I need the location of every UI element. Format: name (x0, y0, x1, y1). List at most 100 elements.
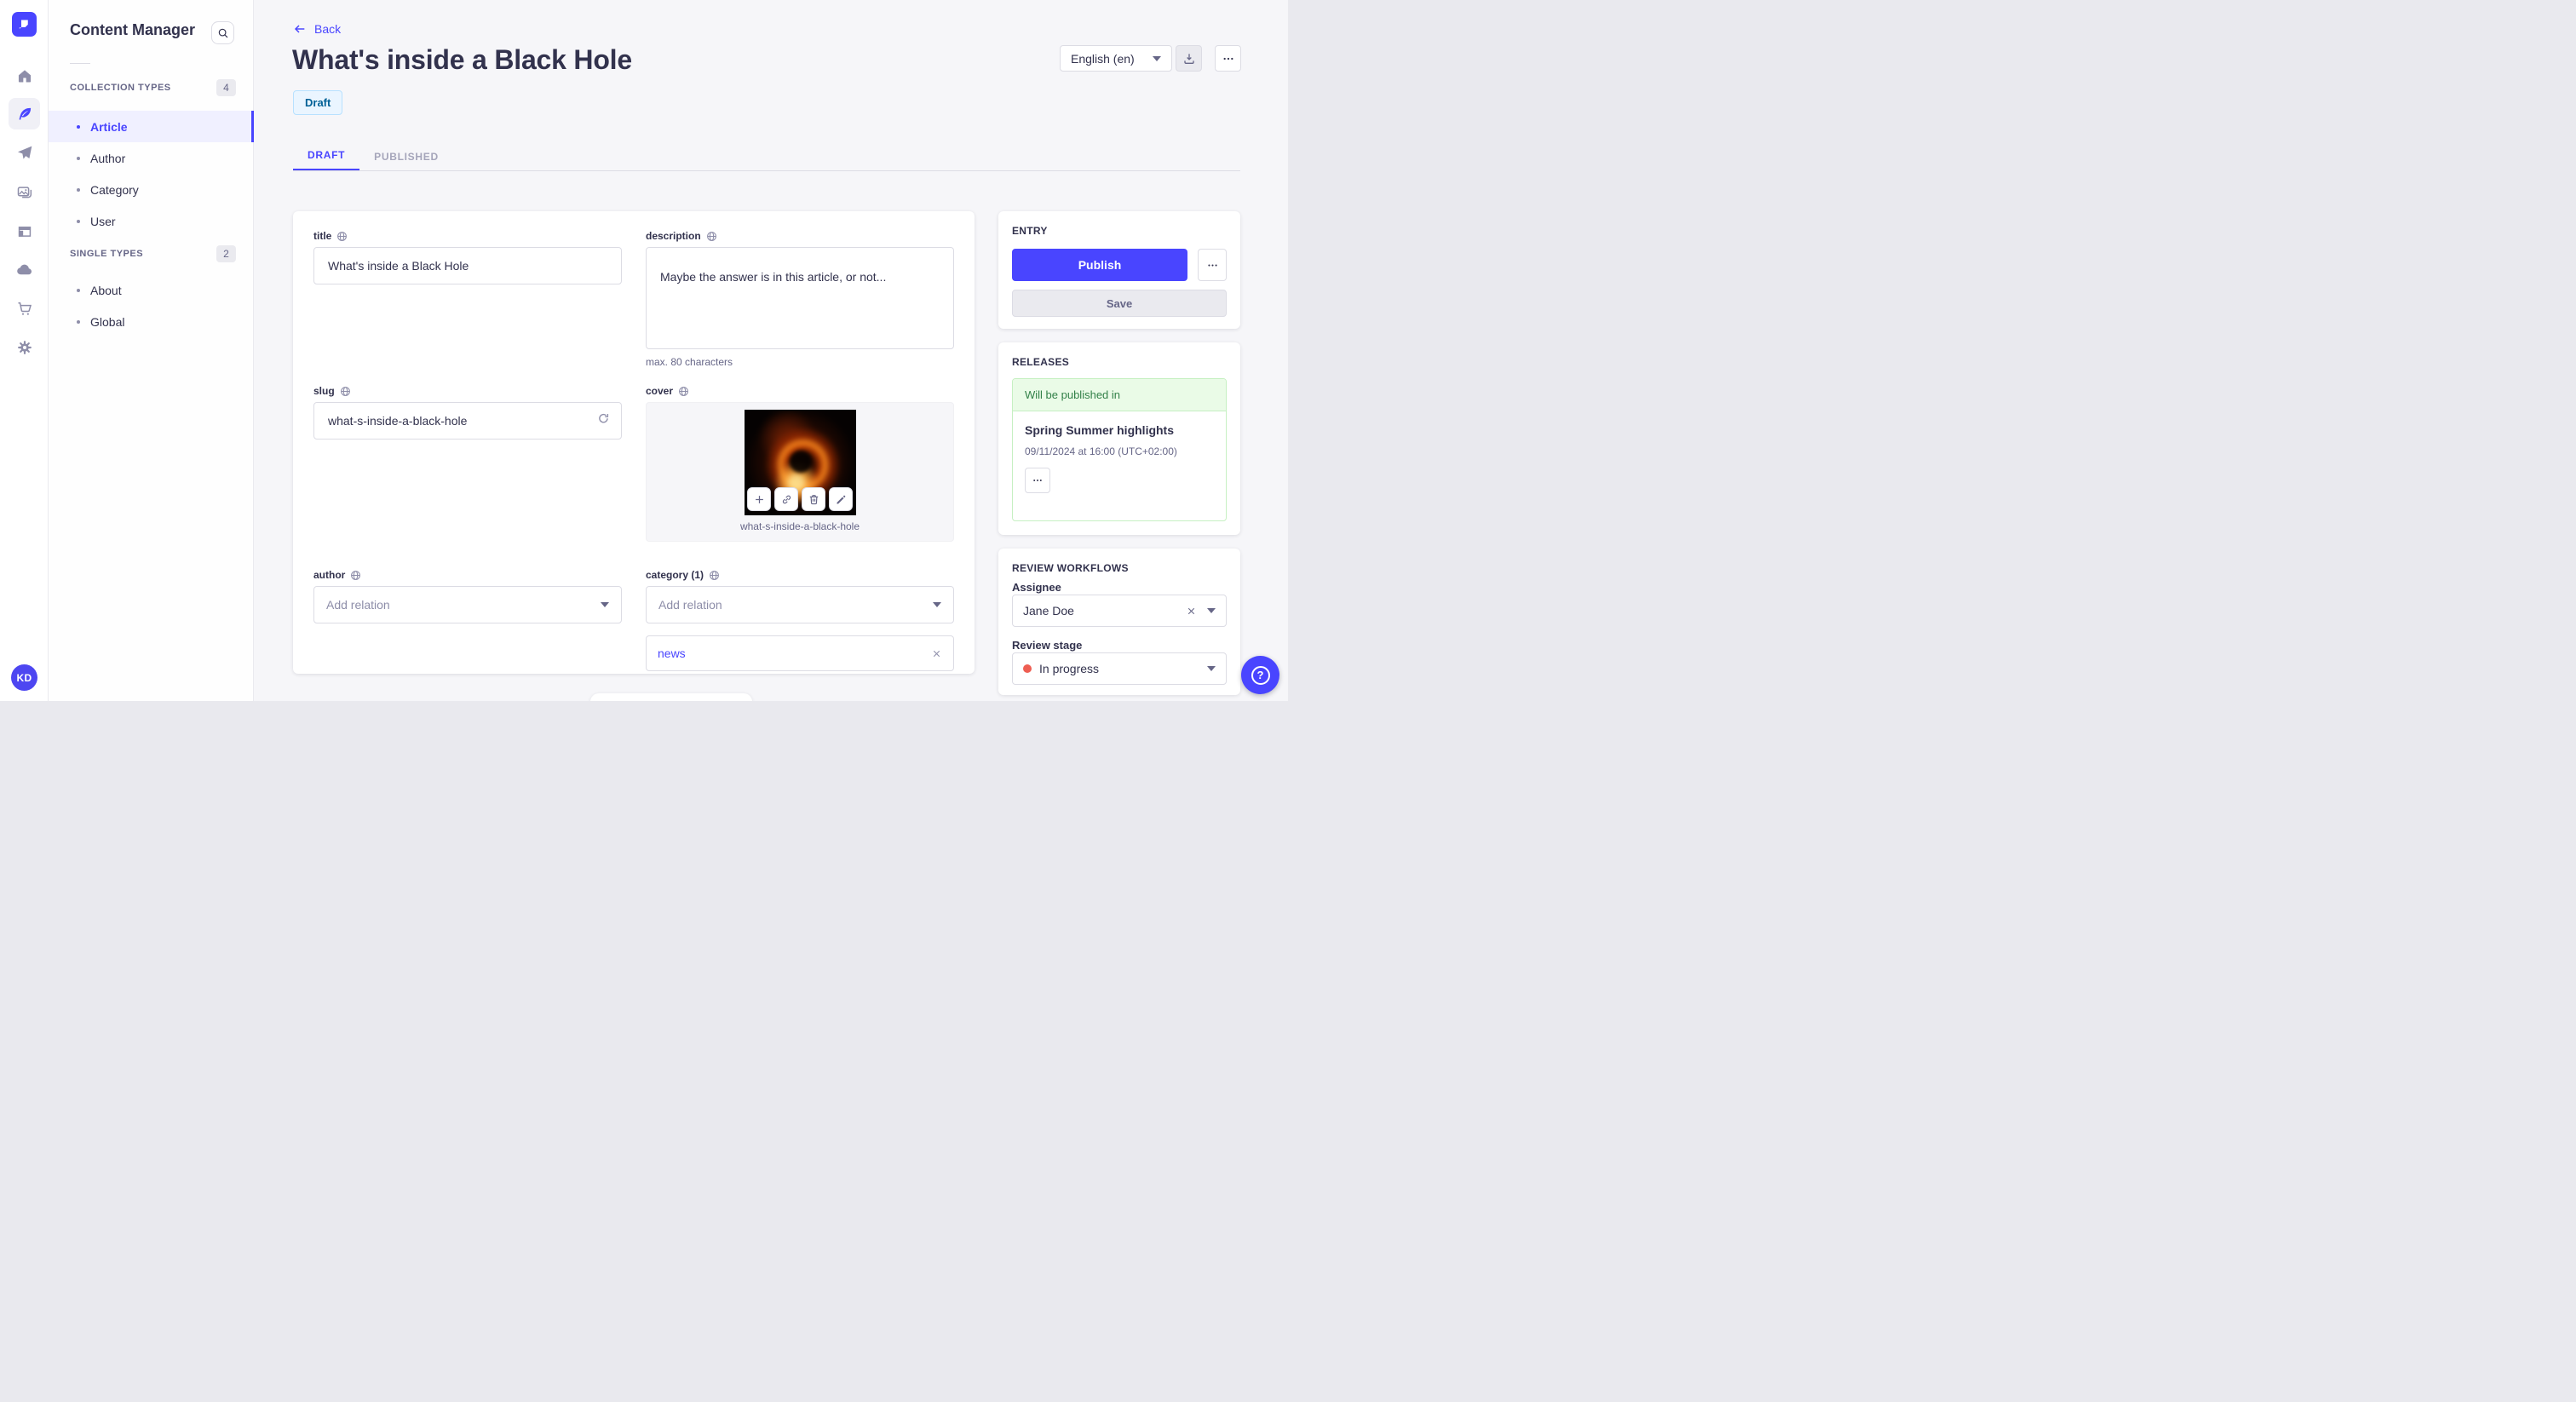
title-field-label: title (313, 230, 622, 242)
release-status-text: Will be published in (1025, 388, 1121, 401)
status-badge: Draft (293, 90, 343, 115)
add-icon (755, 495, 763, 503)
link-icon (782, 495, 791, 503)
publish-button[interactable]: Publish (1012, 249, 1187, 281)
add-media-button[interactable] (747, 487, 771, 511)
bullet-icon (77, 124, 80, 129)
back-button[interactable]: Back (293, 22, 341, 36)
cart-icon[interactable] (9, 292, 40, 324)
category-placeholder: Add relation (658, 598, 722, 612)
copy-link-button[interactable] (774, 487, 798, 511)
delete-media-button[interactable] (802, 487, 825, 511)
description-textarea[interactable]: Maybe the answer is in this article, or … (646, 247, 954, 349)
stage-status-dot (1023, 664, 1032, 673)
entry-panel-title: ENTRY (1012, 225, 1048, 237)
bullet-icon (77, 319, 80, 324)
review-stage-select[interactable]: In progress (1012, 652, 1227, 685)
cover-field-label: cover (646, 385, 954, 397)
localized-globe-icon (678, 386, 689, 397)
bullet-icon (77, 219, 80, 223)
category-field-label: category (1) (646, 569, 954, 581)
locale-select[interactable]: English (en) (1060, 45, 1172, 72)
sidebar-item-about[interactable]: About (49, 274, 254, 306)
main-content: Back What's inside a Black Hole English … (254, 0, 1288, 701)
field-label-text: cover (646, 385, 674, 397)
sidebar-item-label: Category (90, 182, 139, 197)
search-button[interactable] (211, 21, 234, 44)
sidebar-item-user[interactable]: User (49, 205, 254, 237)
next-section-peek-card (590, 693, 752, 701)
title-input[interactable]: What's inside a Black Hole (313, 247, 622, 284)
chevron-down-icon (601, 602, 609, 607)
save-button[interactable]: Save (1012, 290, 1227, 317)
release-name[interactable]: Spring Summer highlights (1025, 423, 1174, 437)
subnav-title: Content Manager (70, 21, 196, 38)
releases-panel: RELEASES Will be published in Spring Sum… (998, 342, 1240, 535)
review-panel-title: REVIEW WORKFLOWS (1012, 562, 1129, 574)
trash-icon (809, 494, 818, 504)
remove-relation-x-icon[interactable] (931, 648, 942, 659)
edit-media-button[interactable] (829, 487, 853, 511)
review-stage-label: Review stage (1012, 639, 1083, 652)
cover-media-card: what-s-inside-a-black-hole (646, 402, 954, 542)
clear-assignee-x-icon[interactable] (1186, 606, 1197, 617)
media-images-icon[interactable] (9, 176, 40, 208)
assignee-combobox[interactable]: Jane Doe (1012, 595, 1227, 627)
header-more-button[interactable] (1215, 45, 1241, 72)
pencil-icon (837, 495, 845, 503)
category-relation-select[interactable]: Add relation (646, 586, 954, 623)
chevron-down-icon (1207, 608, 1216, 613)
strapi-logo[interactable] (12, 12, 37, 37)
paper-plane-icon[interactable] (9, 137, 40, 169)
slug-field-label: slug (313, 385, 622, 397)
relation-link-news[interactable]: news (658, 646, 686, 660)
release-more-button[interactable] (1025, 468, 1050, 493)
cloud-icon[interactable] (9, 254, 40, 285)
regenerate-icon[interactable] (596, 411, 611, 426)
cover-actions-toolbar (647, 487, 953, 511)
sidebar-item-global[interactable]: Global (49, 306, 254, 337)
cover-filename: what-s-inside-a-black-hole (739, 520, 860, 532)
release-status-header: Will be published in (1013, 379, 1226, 411)
tab-published[interactable]: PUBLISHED (359, 141, 453, 171)
more-dots-icon (1207, 263, 1217, 267)
entry-more-button[interactable] (1198, 249, 1227, 281)
author-placeholder: Add relation (326, 598, 390, 612)
subnav-divider (70, 63, 90, 64)
bullet-icon (77, 156, 80, 160)
title-value: What's inside a Black Hole (328, 259, 469, 273)
chevron-down-icon (1207, 666, 1216, 671)
black-hole-shadow (789, 451, 812, 473)
author-relation-select[interactable]: Add relation (313, 586, 622, 623)
sidebar-item-label: About (90, 283, 122, 297)
feather-content-icon[interactable] (9, 98, 40, 129)
releases-panel-title: RELEASES (1012, 356, 1070, 368)
chevron-down-icon (933, 602, 941, 607)
search-icon (218, 28, 227, 37)
slug-input[interactable]: what-s-inside-a-black-hole (313, 402, 622, 440)
author-field-label: author (313, 569, 622, 581)
tab-draft[interactable]: DRAFT (293, 141, 360, 171)
more-dots-icon (1033, 480, 1042, 481)
strapi-logo-icon (19, 20, 28, 30)
home-icon[interactable] (9, 60, 40, 91)
localized-globe-icon (709, 570, 720, 581)
assignee-value: Jane Doe (1023, 604, 1074, 618)
export-download-button[interactable] (1176, 45, 1202, 72)
help-button[interactable]: ? (1241, 656, 1279, 694)
sidebar-item-label: Author (90, 151, 126, 165)
entry-panel: ENTRY Publish Save (998, 211, 1240, 329)
sidebar-item-category[interactable]: Category (49, 174, 254, 205)
gear-icon[interactable] (9, 331, 40, 363)
more-dots-icon (1223, 57, 1233, 60)
single-types-count: 2 (216, 245, 236, 262)
bullet-icon (77, 187, 80, 192)
field-label-text: author (313, 569, 346, 581)
layout-icon[interactable] (9, 215, 40, 247)
chevron-down-icon (1153, 55, 1161, 61)
sidebar-item-article[interactable]: Article (49, 111, 254, 142)
assignee-label: Assignee (1012, 581, 1061, 594)
user-avatar[interactable]: KD (11, 664, 37, 691)
sidebar-item-author[interactable]: Author (49, 142, 254, 174)
field-label-text: description (646, 230, 701, 242)
